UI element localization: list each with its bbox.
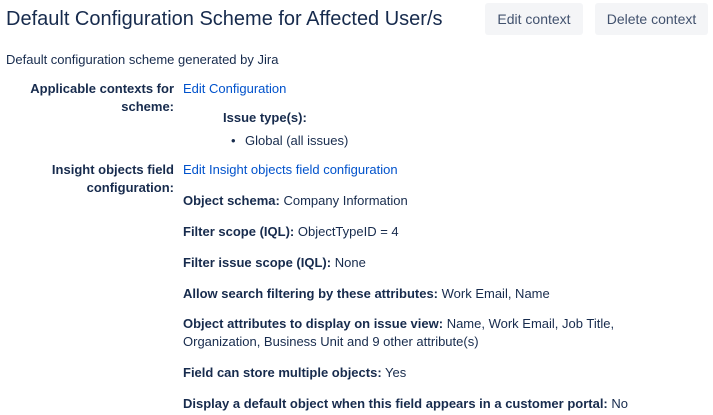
multiple-objects-field: Field can store multiple objects: Yes xyxy=(183,364,406,382)
insight-config-label-line2: configuration: xyxy=(86,180,174,195)
search-filtering-value: Work Email, Name xyxy=(441,286,550,301)
filter-issue-scope-label: Filter issue scope (IQL): xyxy=(183,255,332,270)
multiple-objects-label: Field can store multiple objects: xyxy=(183,365,382,380)
issue-type-item: Global (all issues) xyxy=(245,133,349,148)
default-object-value: No xyxy=(611,396,629,411)
display-attributes-value: Name, Work Email, Job Title, xyxy=(446,316,615,331)
issue-types-label: Issue type(s): xyxy=(223,110,307,125)
edit-configuration-link[interactable]: Edit Configuration xyxy=(183,80,286,98)
delete-context-button[interactable]: Delete context xyxy=(595,3,708,35)
search-filtering-field: Allow search filtering by these attribut… xyxy=(183,285,550,303)
insight-config-label: Insight objects field configuration: xyxy=(0,161,174,197)
object-schema-value: Company Information xyxy=(283,193,408,208)
filter-issue-scope-value: None xyxy=(334,255,366,270)
display-attributes-value-line2: Organization, Business Unit and 9 other … xyxy=(183,334,479,349)
insight-config-label-line1: Insight objects field xyxy=(51,162,174,177)
multiple-objects-value: Yes xyxy=(385,365,407,380)
filter-scope-label: Filter scope (IQL): xyxy=(183,224,295,239)
default-object-label: Display a default object when this field… xyxy=(183,396,608,411)
display-attributes-label: Object attributes to display on issue vi… xyxy=(183,316,444,331)
object-schema-label: Object schema: xyxy=(183,193,280,208)
filter-scope-value: ObjectTypeID = 4 xyxy=(297,224,399,239)
search-filtering-label: Allow search filtering by these attribut… xyxy=(183,286,438,301)
object-schema-field: Object schema: Company Information xyxy=(183,192,408,210)
default-object-field: Display a default object when this field… xyxy=(183,395,628,413)
bullet-icon: • xyxy=(231,133,236,148)
scheme-description: Default configuration scheme generated b… xyxy=(6,52,279,67)
edit-context-button[interactable]: Edit context xyxy=(485,3,583,35)
filter-scope-field: Filter scope (IQL): ObjectTypeID = 4 xyxy=(183,223,399,241)
page-title: Default Configuration Scheme for Affecte… xyxy=(6,8,443,30)
custom-field-context-page: Default Configuration Scheme for Affecte… xyxy=(0,0,713,415)
display-attributes-field: Object attributes to display on issue vi… xyxy=(183,315,614,333)
edit-insight-config-link[interactable]: Edit Insight objects field configuration xyxy=(183,161,398,179)
applicable-contexts-label-line2: scheme: xyxy=(121,99,174,114)
applicable-contexts-label: Applicable contexts for scheme: xyxy=(0,80,174,116)
filter-issue-scope-field: Filter issue scope (IQL): None xyxy=(183,254,366,272)
applicable-contexts-label-line1: Applicable contexts for xyxy=(30,81,174,96)
